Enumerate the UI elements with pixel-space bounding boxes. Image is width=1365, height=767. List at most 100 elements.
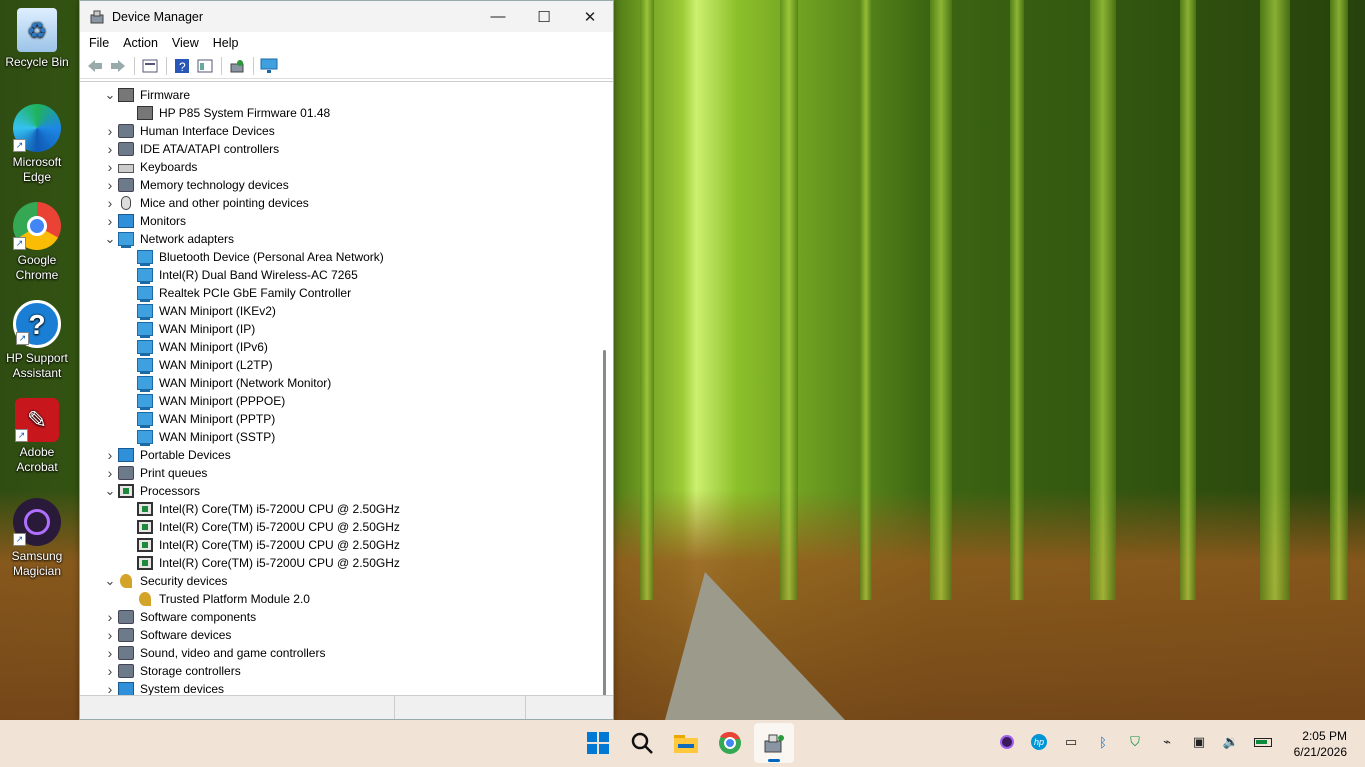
tree-device[interactable]: WAN Miniport (PPPOE) [80,392,602,410]
desktop-icon-acrobat[interactable]: ✎ ↗ Adobe Acrobat [0,398,74,475]
tree-device[interactable]: Bluetooth Device (Personal Area Network) [80,248,602,266]
chevron-right-icon[interactable]: › [102,610,118,624]
chevron-right-icon[interactable]: › [102,448,118,462]
volume-tray-icon[interactable]: 🔉 [1221,732,1241,752]
chevron-right-icon[interactable]: › [102,628,118,642]
desktop-icon-samsung-magician[interactable]: ↗ Samsung Magician [0,498,74,579]
chevron-down-icon[interactable]: ⌄ [102,574,118,587]
tree-device[interactable]: Intel(R) Core(TM) i5-7200U CPU @ 2.50GHz [80,536,602,554]
tree-category[interactable]: › Monitors [80,212,602,230]
chevron-right-icon[interactable]: › [102,196,118,210]
tree-device[interactable]: WAN Miniport (IKEv2) [80,302,602,320]
tree-device[interactable]: Intel(R) Core(TM) i5-7200U CPU @ 2.50GHz [80,500,602,518]
desktop-icon-recycle-bin[interactable]: ♻ Recycle Bin [0,8,74,70]
tree-category[interactable]: › IDE ATA/ATAPI controllers [80,140,602,158]
device-manager-taskbar-button[interactable] [754,723,794,763]
vertical-scrollbar[interactable] [603,350,606,696]
desktop-icon-edge[interactable]: ↗ Microsoft Edge [0,104,74,185]
tree-category[interactable]: › Storage controllers [80,662,602,680]
tree-device[interactable]: WAN Miniport (SSTP) [80,428,602,446]
tree-category[interactable]: › Print queues [80,464,602,482]
tree-device[interactable]: Trusted Platform Module 2.0 [80,590,602,608]
help-icon: ? [175,59,189,74]
tree-device[interactable]: HP P85 System Firmware 01.48 [80,104,602,122]
minimize-button[interactable]: — [475,1,521,32]
menu-file[interactable]: File [82,32,116,54]
network-tray-icon[interactable]: ▣ [1189,732,1209,752]
device-tree-pane[interactable]: ⌄ Firmware HP P85 System Firmware 01.48 › Hu… [80,81,613,696]
chevron-right-icon[interactable]: › [102,214,118,228]
usb-tray-icon[interactable]: ⌁ [1157,732,1177,752]
menu-bar: File Action View Help [80,32,613,54]
search-button[interactable] [622,723,662,763]
menu-help[interactable]: Help [206,32,246,54]
tree-category[interactable]: › Sound, video and game controllers [80,644,602,662]
menu-action[interactable]: Action [116,32,165,54]
chevron-right-icon[interactable]: › [102,646,118,660]
chevron-right-icon[interactable]: › [102,124,118,138]
desktop-icon-chrome[interactable]: ↗ Google Chrome [0,202,74,283]
hp-tray-icon[interactable]: hp [1029,732,1049,752]
chevron-right-icon[interactable]: › [102,178,118,192]
desktop-icon-hp-support[interactable]: ? ↗ HP Support Assistant [0,300,74,381]
chevron-down-icon[interactable]: ⌄ [102,484,118,497]
monitor-button[interactable] [258,56,280,76]
tree-category[interactable]: › Memory technology devices [80,176,602,194]
tree-category[interactable]: › Mice and other pointing devices [80,194,602,212]
start-button[interactable] [578,723,618,763]
forward-button[interactable] [107,56,129,76]
tree-device[interactable]: Realtek PCIe GbE Family Controller [80,284,602,302]
battery-tray-icon[interactable] [1253,732,1273,752]
tree-category[interactable]: ⌄ Firmware [80,86,602,104]
tree-item-label: WAN Miniport (IP) [159,322,256,336]
tree-device[interactable]: Intel(R) Dual Band Wireless-AC 7265 [80,266,602,284]
tree-category[interactable]: › System devices [80,680,602,696]
security-tray-icon[interactable]: ⛉ [1125,732,1145,752]
cat-device-icon [118,142,134,156]
tree-device[interactable]: Intel(R) Core(TM) i5-7200U CPU @ 2.50GHz [80,554,602,572]
tree-category[interactable]: ⌄ Network adapters [80,230,602,248]
chevron-down-icon[interactable]: ⌄ [102,88,118,101]
maximize-button[interactable]: ☐ [521,1,567,32]
tree-category[interactable]: › Software devices [80,626,602,644]
taskbar-clock[interactable]: 2:05 PM 6/21/2026 [1294,728,1347,760]
chevron-right-icon[interactable]: › [102,142,118,156]
scan-hardware-button[interactable] [226,56,248,76]
view-button[interactable] [194,56,216,76]
tree-category[interactable]: › Software components [80,608,602,626]
tree-device[interactable]: WAN Miniport (L2TP) [80,356,602,374]
bluetooth-tray-icon[interactable]: ᛒ [1093,732,1113,752]
display-tray-icon[interactable]: ▭ [1061,732,1081,752]
tree-device[interactable]: WAN Miniport (Network Monitor) [80,374,602,392]
device-manager-window: Device Manager — ☐ ✕ File Action View He… [79,0,614,720]
tree-category[interactable]: › Portable Devices [80,446,602,464]
tree-category[interactable]: ⌄ Security devices [80,572,602,590]
tree-item-label: WAN Miniport (IPv6) [159,340,268,354]
tree-device[interactable]: WAN Miniport (PPTP) [80,410,602,428]
chevron-down-icon[interactable]: ⌄ [102,232,118,245]
chip-device-icon [137,538,153,552]
tree-device[interactable]: WAN Miniport (IP) [80,320,602,338]
desktop-icon-label: Microsoft [12,155,62,169]
chrome-taskbar-button[interactable] [710,723,750,763]
samsung-magician-tray-icon[interactable] [997,732,1017,752]
file-explorer-button[interactable] [666,723,706,763]
menu-view[interactable]: View [165,32,206,54]
chevron-right-icon[interactable]: › [102,160,118,174]
cat-device-icon [118,610,134,624]
chevron-right-icon[interactable]: › [102,664,118,678]
tree-category[interactable]: ⌄ Processors [80,482,602,500]
back-button[interactable] [84,56,106,76]
tree-category[interactable]: › Keyboards [80,158,602,176]
tree-device[interactable]: WAN Miniport (IPv6) [80,338,602,356]
title-bar[interactable]: Device Manager — ☐ ✕ [80,1,613,32]
tree-device[interactable]: Intel(R) Core(TM) i5-7200U CPU @ 2.50GHz [80,518,602,536]
desktop-icon-label: HP Support [6,351,68,365]
tree-category[interactable]: › Human Interface Devices [80,122,602,140]
help-button[interactable]: ? [171,56,193,76]
properties-button[interactable] [139,56,161,76]
close-button[interactable]: ✕ [567,1,613,32]
chevron-right-icon[interactable]: › [102,682,118,696]
chevron-right-icon[interactable]: › [102,466,118,480]
tree-item-label: Trusted Platform Module 2.0 [159,592,310,606]
